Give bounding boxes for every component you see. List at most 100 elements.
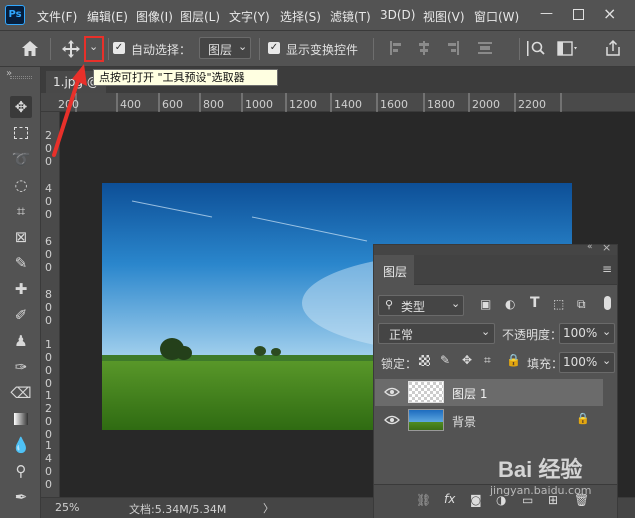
chevron-down-icon: ⌄ (451, 297, 461, 310)
menu-window[interactable]: 窗口(W) (474, 8, 519, 25)
divider (519, 38, 520, 60)
status-arrow[interactable]: 〉 (263, 500, 274, 516)
menu-image[interactable]: 图像(I) (136, 8, 173, 25)
divider (50, 38, 51, 60)
chevron-down-icon: ⌄ (602, 325, 612, 338)
visibility-eye-icon[interactable] (384, 386, 400, 398)
document-info: 文档:5.34M/5.34M (129, 503, 227, 516)
history-brush-tool-icon[interactable]: ✑ (10, 356, 32, 378)
ruler-label: 1800 (427, 98, 455, 111)
panel-close-icon[interactable]: × (602, 241, 611, 254)
visibility-eye-icon[interactable] (384, 414, 400, 426)
ruler-label: 1600 (380, 98, 408, 111)
layers-tab-label: 图层 (383, 265, 408, 279)
menu-select[interactable]: 选择(S) (280, 8, 321, 25)
home-icon[interactable] (21, 40, 39, 57)
search-icon[interactable] (527, 40, 547, 57)
maximize-icon[interactable] (573, 9, 584, 20)
ruler-label: 2200 (518, 98, 546, 111)
filter-toggle[interactable] (604, 296, 611, 310)
brush-tool-icon[interactable]: ✐ (10, 304, 32, 326)
gradient-tool-icon[interactable] (10, 408, 32, 430)
grip-handle[interactable] (10, 76, 32, 79)
opacity-field[interactable]: 100% ⌄ (559, 323, 615, 344)
crop-tool-icon[interactable]: ⌗ (10, 200, 32, 222)
healing-brush-tool-icon[interactable]: ✚ (10, 278, 32, 300)
menu-3d[interactable]: 3D(D) (380, 8, 415, 22)
menu-view[interactable]: 视图(V) (423, 8, 465, 25)
mask-icon[interactable]: ◙ (470, 493, 482, 507)
show-transform-checkbox[interactable]: ✓ (268, 42, 280, 54)
layer-thumbnail (408, 409, 444, 431)
baidu-watermark-url: jingyan.baidu.com (490, 484, 592, 497)
ruler-label: 400 (120, 98, 141, 111)
smart-object-filter-icon[interactable]: ⧉ (577, 297, 586, 312)
layer-row[interactable]: 背景 🔒 (375, 407, 603, 434)
minimize-icon[interactable]: — (540, 6, 553, 21)
tools-panel: » ✥ ➰ ◌ ⌗ ⊠ ✎ ✚ ✐ ♟ ✑ ⌫ 💧 ⚲ ✒ (0, 67, 41, 518)
auto-select-checkbox[interactable]: ✓ (113, 42, 125, 54)
dodge-tool-icon[interactable]: ⚲ (10, 460, 32, 482)
blur-tool-icon[interactable]: 💧 (10, 434, 32, 456)
collapse-icon[interactable]: « (587, 242, 593, 252)
opacity-label: 不透明度： (502, 328, 563, 342)
lock-transparent-icon[interactable] (419, 355, 430, 366)
photoshop-logo: Ps (5, 5, 25, 25)
lasso-tool-icon[interactable]: ➰ (10, 148, 32, 170)
frame-tool-icon[interactable]: ⊠ (10, 226, 32, 248)
ruler-label: 800 (45, 288, 52, 327)
layers-tab[interactable]: 图层 (374, 255, 414, 285)
move-tool-icon[interactable] (61, 39, 81, 59)
adjustment-filter-icon[interactable]: ◐ (505, 297, 515, 311)
share-icon[interactable] (604, 39, 622, 57)
zoom-level[interactable]: 25% (55, 501, 79, 514)
ruler-label: 1400 (45, 439, 52, 491)
quick-selection-tool-icon[interactable]: ◌ (10, 174, 32, 196)
clone-stamp-tool-icon[interactable]: ♟ (10, 330, 32, 352)
lock-pixels-icon[interactable]: ✎ (440, 353, 450, 367)
auto-select-label: 自动选择： (131, 43, 192, 57)
move-tool-icon[interactable]: ✥ (10, 96, 32, 118)
vertical-ruler: 200 400 600 800 1000 1200 1400 (41, 112, 60, 497)
shape-filter-icon[interactable]: ⬚ (553, 297, 564, 311)
menu-layer[interactable]: 图层(L) (180, 8, 220, 25)
blend-mode-dropdown[interactable]: 正常 ⌄ (378, 323, 495, 344)
type-filter-icon[interactable]: T (530, 295, 540, 311)
auto-select-dropdown[interactable]: 图层 ⌄ (199, 37, 251, 59)
menu-filter[interactable]: 滤镜(T) (330, 8, 371, 25)
ruler-label: 600 (162, 98, 183, 111)
fx-icon[interactable]: fx (444, 492, 455, 506)
fill-field[interactable]: 100% ⌄ (559, 352, 615, 373)
menu-edit[interactable]: 编辑(E) (87, 8, 128, 25)
eyedropper-tool-icon[interactable]: ✎ (10, 252, 32, 274)
filter-type-label: 类型 (401, 300, 426, 314)
menu-type[interactable]: 文字(Y) (229, 8, 270, 25)
marquee-tool-icon[interactable] (10, 122, 32, 144)
lock-all-icon[interactable]: 🔒 (506, 353, 521, 367)
close-icon[interactable]: × (603, 4, 616, 23)
baidu-watermark: Bai 经验 (498, 457, 583, 482)
layer-filter-dropdown[interactable]: ⚲ 类型 ⌄ (378, 295, 464, 316)
ruler-label: 600 (45, 235, 52, 274)
layer-row[interactable]: 图层 1 (375, 379, 603, 406)
lock-artboard-icon[interactable]: ⌗ (484, 353, 491, 368)
link-layers-icon[interactable]: ⛓ (416, 493, 431, 507)
chevron-down-icon: ⌄ (481, 325, 491, 338)
align-icons[interactable] (390, 40, 500, 56)
ruler-label: 1000 (45, 338, 52, 390)
annotation-arrow (52, 64, 87, 157)
menu-file[interactable]: 文件(F) (37, 8, 77, 25)
pen-tool-icon[interactable]: ✒ (10, 486, 32, 508)
panel-menu-icon[interactable]: ≡ (602, 262, 612, 276)
layer-name[interactable]: 背景 (452, 413, 476, 430)
panel-tab-row: 图层 ≡ (374, 255, 617, 285)
workspace-icon[interactable] (557, 41, 579, 56)
chevron-down-icon: ⌄ (238, 40, 248, 53)
pixel-filter-icon[interactable]: ▣ (480, 297, 491, 311)
layer-name[interactable]: 图层 1 (452, 385, 487, 402)
eraser-tool-icon[interactable]: ⌫ (10, 382, 32, 404)
tool-preset-picker-button[interactable]: ⌄ (84, 36, 104, 62)
divider (373, 38, 374, 60)
lock-position-icon[interactable]: ✥ (462, 353, 472, 367)
tooltip: 点按可打开 "工具预设"选取器 (93, 69, 278, 86)
